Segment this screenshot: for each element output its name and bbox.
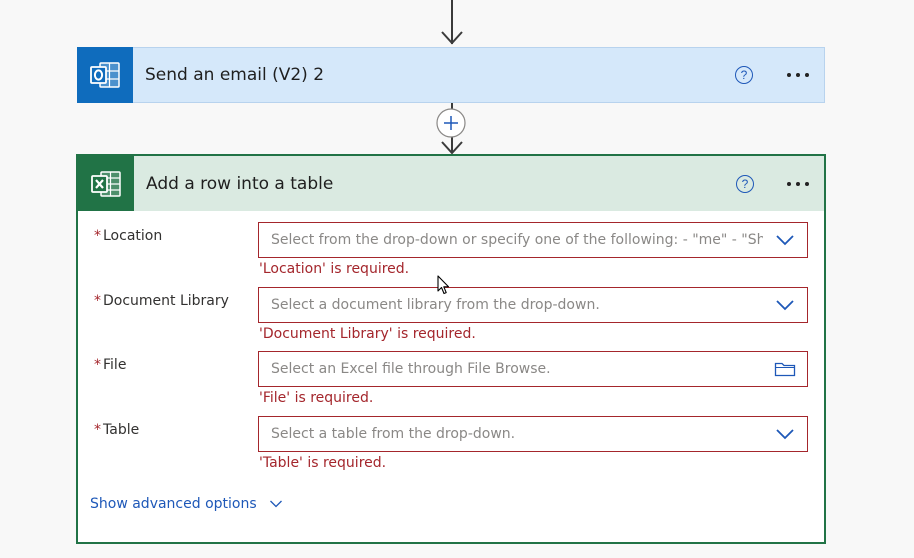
table-dropdown-button[interactable] xyxy=(763,417,807,451)
required-marker: * xyxy=(94,357,101,373)
more-options-icon[interactable] xyxy=(787,176,809,192)
table-placeholder: Select a table from the drop-down. xyxy=(271,426,516,442)
file-placeholder: Select an Excel file through File Browse… xyxy=(271,361,551,377)
document-library-label: * Document Library xyxy=(94,293,229,309)
chevron-down-icon xyxy=(269,500,282,508)
help-icon[interactable]: ? xyxy=(736,174,754,193)
send-email-action-card[interactable]: Send an email (V2) 2 ? xyxy=(77,46,825,103)
excel-card-title: Add a row into a table xyxy=(146,173,334,194)
help-icon[interactable]: ? xyxy=(735,66,753,84)
excel-icon xyxy=(78,156,134,211)
connector-arrow-icon xyxy=(441,0,463,45)
table-error: 'Table' is required. xyxy=(259,455,387,471)
required-marker: * xyxy=(94,228,101,244)
add-row-action-card: Add a row into a table ? * Location Selec… xyxy=(76,154,826,544)
document-library-placeholder: Select a document library from the drop-… xyxy=(271,297,600,313)
file-browse-button[interactable] xyxy=(763,352,807,386)
chevron-down-icon xyxy=(776,429,794,440)
document-library-dropdown-button[interactable] xyxy=(763,288,807,322)
document-library-input[interactable]: Select a document library from the drop-… xyxy=(258,287,808,323)
show-advanced-options-label: Show advanced options xyxy=(90,496,257,512)
add-step-plus-icon[interactable] xyxy=(436,108,466,138)
more-options-icon[interactable] xyxy=(787,67,809,83)
location-error: 'Location' is required. xyxy=(259,261,410,277)
document-library-error: 'Document Library' is required. xyxy=(259,326,476,342)
required-marker: * xyxy=(94,422,101,438)
show-advanced-options-toggle[interactable]: Show advanced options xyxy=(90,496,283,512)
email-card-title: Send an email (V2) 2 xyxy=(145,65,325,85)
table-label: * Table xyxy=(94,422,140,438)
outlook-icon xyxy=(77,46,133,103)
mouse-cursor-icon xyxy=(437,275,450,295)
table-input[interactable]: Select a table from the drop-down. xyxy=(258,416,808,452)
chevron-down-icon xyxy=(776,300,794,311)
location-placeholder: Select from the drop-down or specify one… xyxy=(271,232,763,248)
location-dropdown-button[interactable] xyxy=(763,223,807,257)
file-label: * File xyxy=(94,357,127,373)
excel-card-header[interactable]: Add a row into a table ? xyxy=(78,156,824,211)
file-error: 'File' is required. xyxy=(259,390,374,406)
location-label: * Location xyxy=(94,228,163,244)
location-input[interactable]: Select from the drop-down or specify one… xyxy=(258,222,808,258)
chevron-down-icon xyxy=(776,235,794,246)
file-input[interactable]: Select an Excel file through File Browse… xyxy=(258,351,808,387)
folder-icon xyxy=(774,362,796,377)
required-marker: * xyxy=(94,293,101,309)
